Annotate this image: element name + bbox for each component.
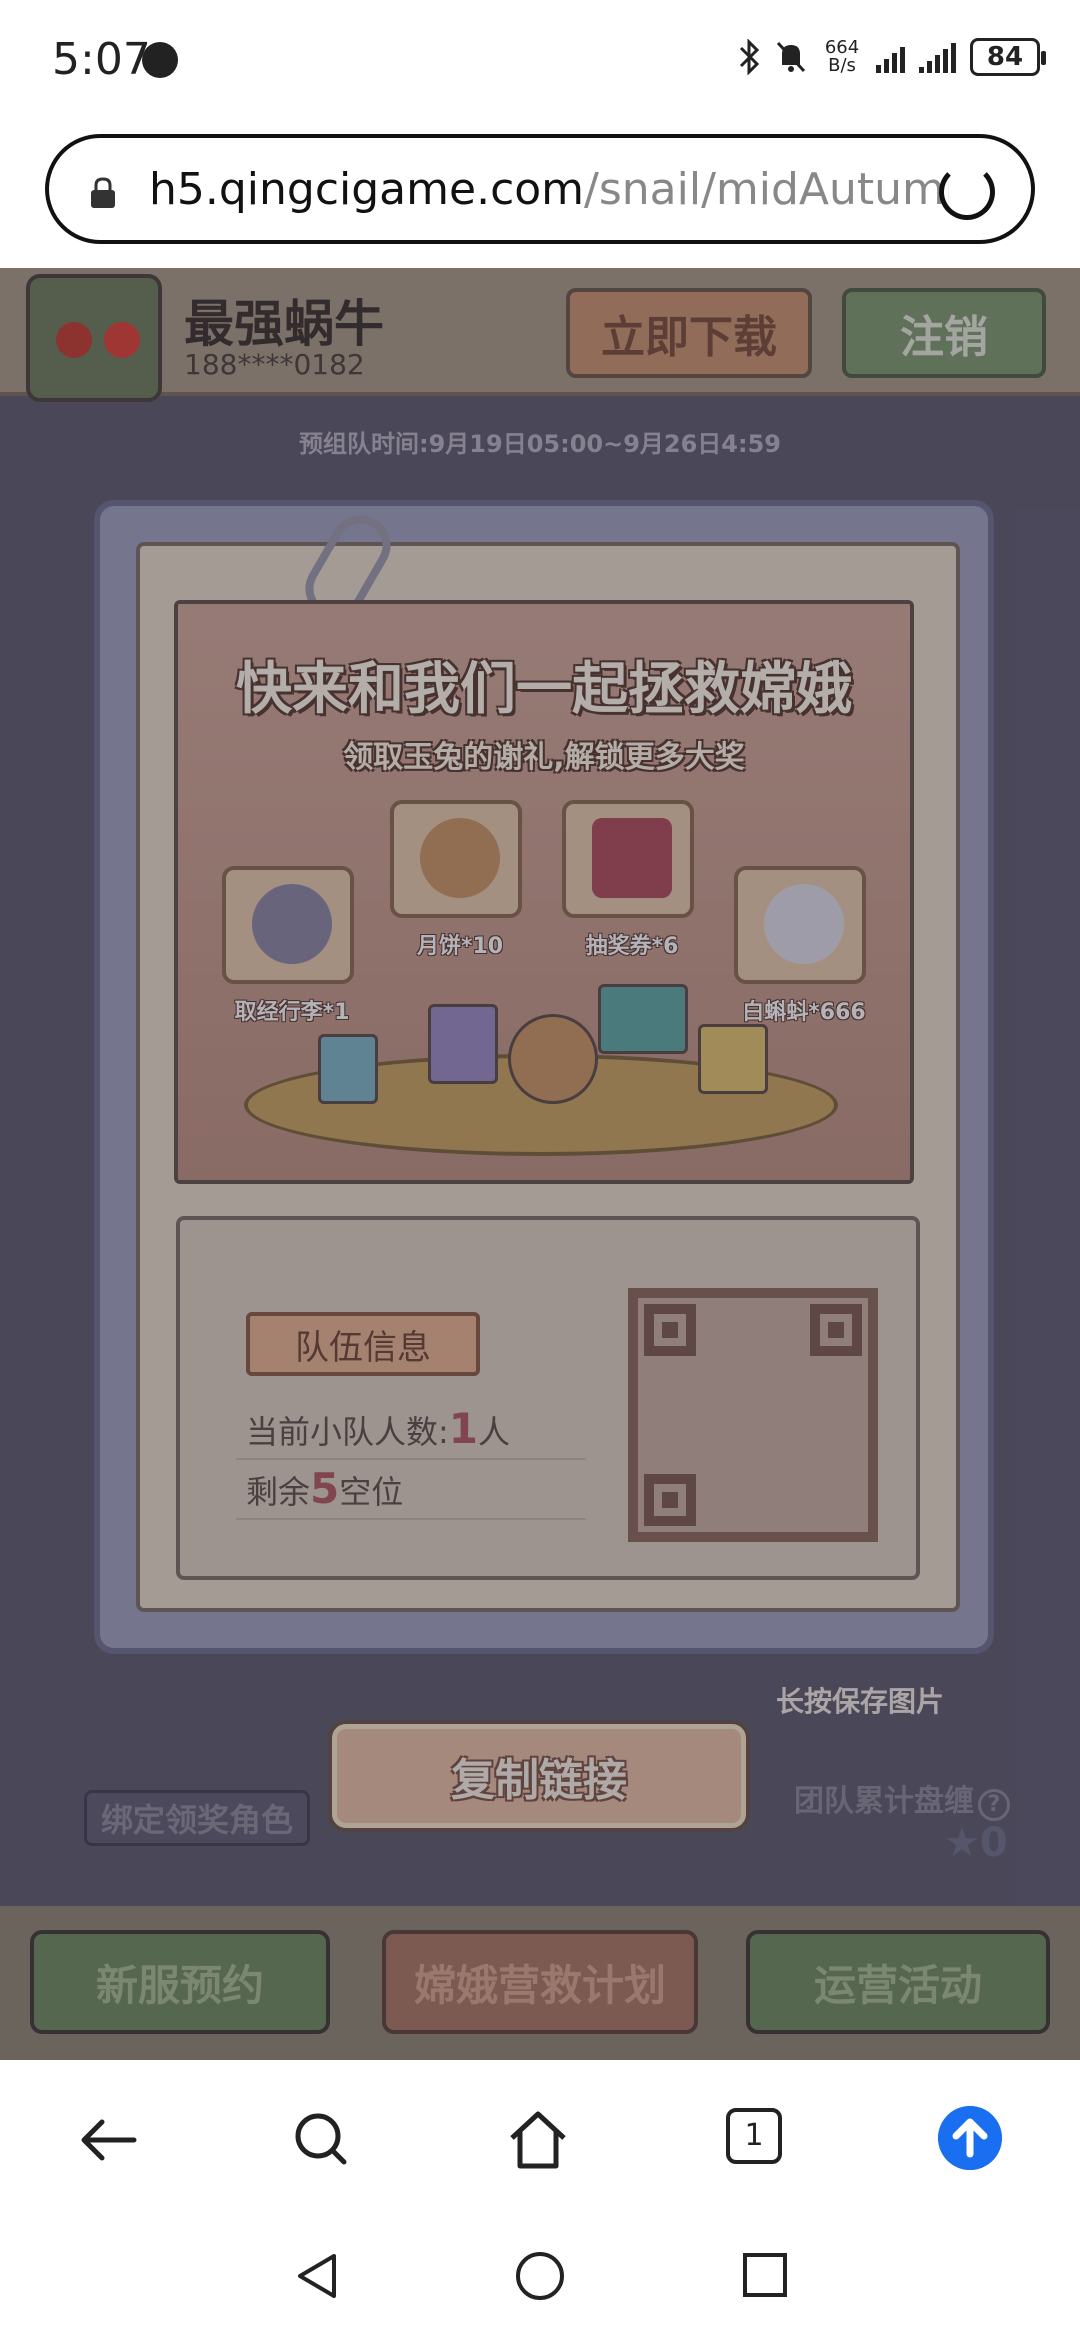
clock: 5:07 (52, 34, 151, 85)
address-bar[interactable]: h5.qingcigame.com/snail/midAutumn/ (45, 134, 1035, 244)
tabs-button[interactable]: 1 (726, 2108, 782, 2164)
modal-overlay (0, 268, 1080, 2060)
upload-icon[interactable] (938, 2106, 1002, 2170)
battery-icon: 84 (970, 38, 1046, 76)
reload-icon[interactable] (939, 164, 995, 220)
home-icon[interactable] (506, 2108, 570, 2172)
net-speed: 664 B/s (824, 37, 860, 76)
nav-recents-icon[interactable] (740, 2250, 790, 2300)
search-icon[interactable] (290, 2108, 354, 2172)
lock-icon (91, 177, 115, 208)
browser-toolbar (0, 2060, 1080, 2220)
status-bar: 5:07 664 B/s 84 (0, 0, 1080, 125)
game-webview: 最强蜗牛 188****0182 立即下载 注销 预组队时间:9月19日05:0… (0, 268, 1080, 2060)
alarm-icon (142, 42, 178, 78)
nav-home-icon[interactable] (514, 2250, 566, 2302)
back-icon[interactable] (76, 2108, 140, 2172)
signal-icon (876, 41, 905, 73)
system-nav-bar (0, 2220, 1080, 2331)
nav-back-icon[interactable] (292, 2250, 342, 2302)
bluetooth-icon (739, 39, 760, 75)
url-text[interactable]: h5.qingcigame.com/snail/midAutumn/ (149, 164, 949, 215)
signal-icon-2 (919, 41, 956, 73)
mute-icon (776, 41, 806, 73)
